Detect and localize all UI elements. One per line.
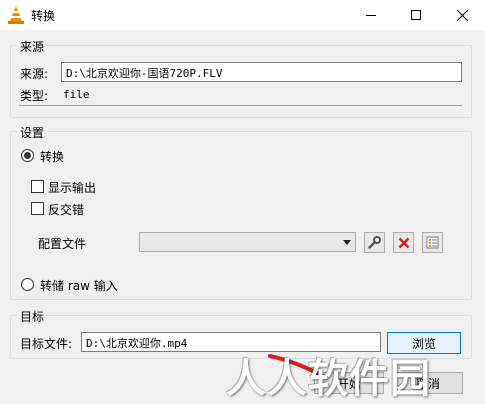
vlc-cone-icon <box>8 6 24 24</box>
delete-profile-button[interactable] <box>393 232 414 253</box>
dump-raw-label: 转储 raw 输入 <box>40 279 118 293</box>
source-divider <box>19 105 462 106</box>
maximize-icon <box>411 10 421 20</box>
type-label: 类型: <box>20 89 49 103</box>
profile-select[interactable] <box>139 232 356 252</box>
source-input[interactable]: D:\北京欢迎你-国语720P.FLV <box>61 62 462 82</box>
new-profile-button[interactable] <box>422 232 443 253</box>
window-title: 转换 <box>31 9 56 23</box>
deinterlace-label: 反交错 <box>48 203 85 217</box>
source-label: 来源: <box>20 67 49 81</box>
type-value: file <box>63 88 90 101</box>
delete-icon <box>398 237 409 248</box>
edit-profile-button[interactable] <box>364 232 385 253</box>
maximize-button[interactable] <box>393 0 439 30</box>
target-group-label: 目标 <box>17 308 48 325</box>
convert-label: 转换 <box>40 150 65 164</box>
show-output-checkbox[interactable] <box>31 180 44 193</box>
convert-radio[interactable] <box>21 149 34 162</box>
deinterlace-checkbox[interactable] <box>31 202 44 215</box>
source-group-label: 来源 <box>17 38 48 55</box>
minimize-icon <box>366 14 376 16</box>
profile-label: 配置文件 <box>38 237 87 251</box>
close-icon <box>456 9 468 21</box>
close-button[interactable] <box>439 0 485 30</box>
dump-raw-radio[interactable] <box>21 278 34 291</box>
watermark: 人人软件园 <box>226 356 431 402</box>
chevron-down-icon <box>343 240 351 245</box>
show-output-label: 显示输出 <box>48 181 97 195</box>
settings-group-label: 设置 <box>17 124 48 141</box>
minimize-button[interactable] <box>348 0 394 30</box>
wrench-icon <box>368 236 381 249</box>
new-profile-icon <box>426 236 439 249</box>
title-bar: 转换 <box>0 0 485 30</box>
dest-file-label: 目标文件: <box>20 337 73 351</box>
